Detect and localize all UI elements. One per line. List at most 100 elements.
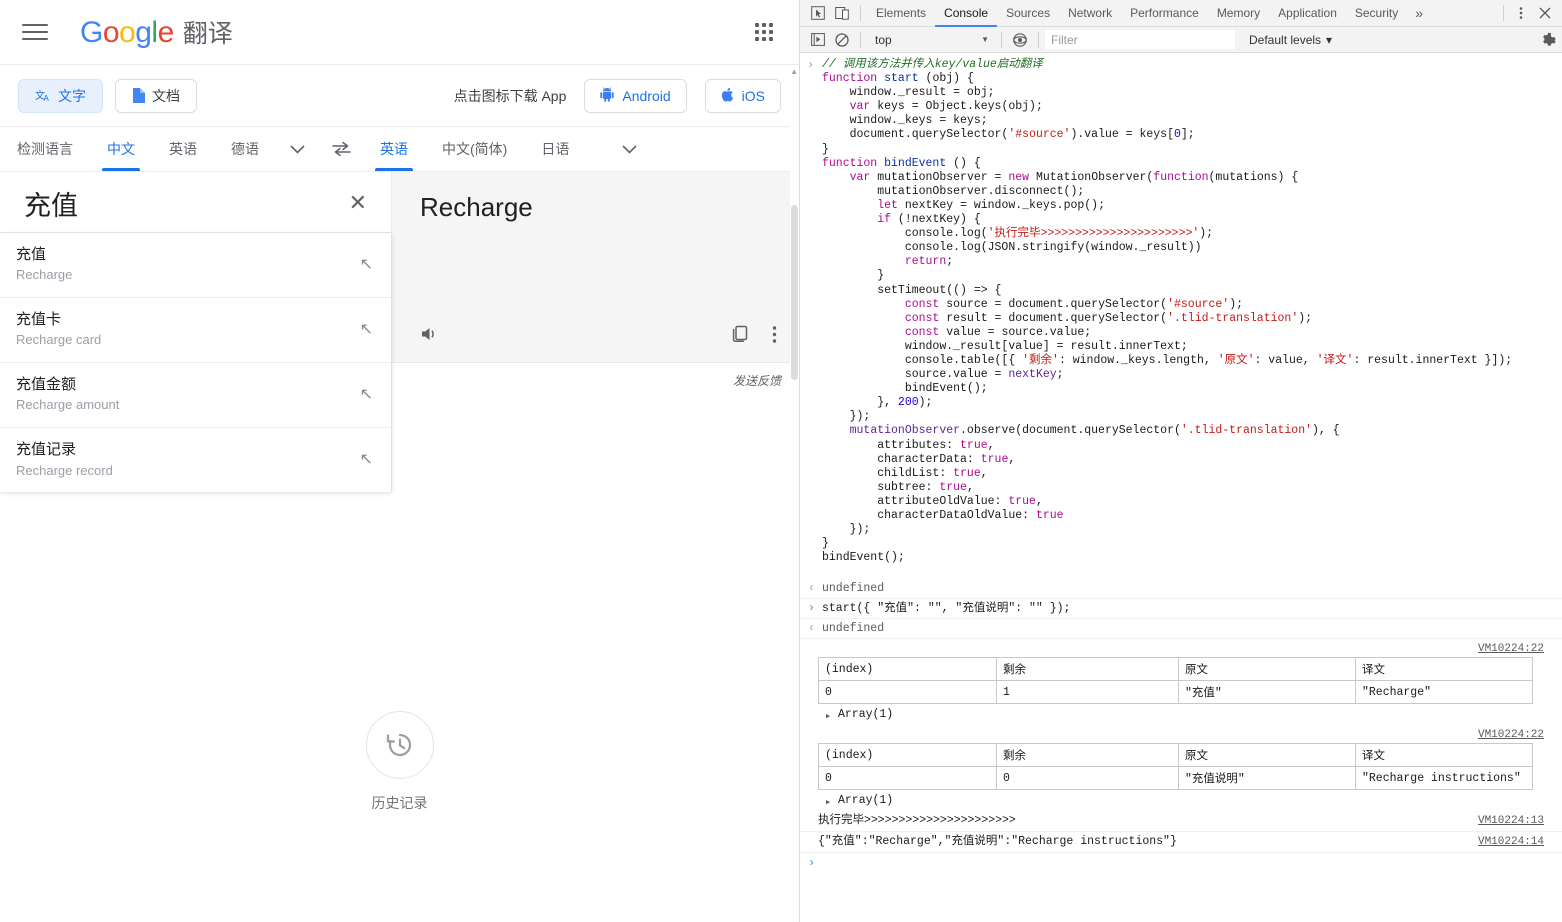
- tab-text-label: 文字: [58, 87, 86, 104]
- source-link[interactable]: VM10224:22: [1478, 643, 1544, 655]
- clear-source-close-icon[interactable]: ✕: [343, 190, 373, 216]
- console-log-text: 执行完毕>>>>>>>>>>>>>>>>>>>>>>: [818, 814, 1016, 828]
- send-feedback-link[interactable]: 发送反馈: [733, 372, 781, 389]
- console-log-line: {"充值":"Recharge","充值说明":"Recharge instru…: [800, 832, 1562, 854]
- download-app-prompt: 点击图标下载 App: [453, 87, 567, 104]
- tab-sources[interactable]: Sources: [997, 0, 1059, 27]
- ios-download-button[interactable]: iOS: [704, 78, 781, 113]
- tab-text[interactable]: 文A 文字: [18, 78, 103, 113]
- source-lang-0[interactable]: 中文: [90, 127, 152, 171]
- devtools-tabbar: Elements Console Sources Network Perform…: [800, 0, 1562, 27]
- code-line: var keys = Object.keys(obj);: [849, 100, 1043, 114]
- insert-arrow-icon[interactable]: ↖: [360, 452, 373, 468]
- tab-security[interactable]: Security: [1346, 0, 1407, 27]
- code-line: // 调用该方法并传入key/value启动翻译: [800, 58, 1562, 72]
- device-toolbar-icon[interactable]: [830, 1, 854, 25]
- speaker-icon[interactable]: [420, 325, 440, 343]
- divider: [860, 5, 861, 21]
- tab-console[interactable]: Console: [935, 0, 997, 27]
- console-code-echo: // 调用该方法并传入key/value启动翻译 function start …: [800, 53, 1562, 565]
- code-line: childList: true,: [822, 466, 988, 480]
- hamburger-menu-icon[interactable]: [18, 15, 52, 49]
- code-line: const result = document.querySelector('.…: [904, 311, 1313, 325]
- code-line: if (!nextKey) {: [877, 213, 981, 227]
- list-item[interactable]: 充值记录 Recharge record ↖: [0, 428, 391, 492]
- translate-scrollbar[interactable]: ▲: [790, 65, 799, 922]
- suggestion-texts: 充值 Recharge: [16, 245, 360, 285]
- chevron-down-icon: ▼: [981, 35, 989, 44]
- code-line: return;: [904, 255, 954, 269]
- google-translate-panel: Google 翻译 文A 文字 文档 点击图标下载 App Android iO…: [0, 0, 800, 922]
- tab-elements[interactable]: Elements: [867, 0, 935, 27]
- log-levels-dropdown[interactable]: Default levels ▾: [1249, 33, 1332, 47]
- source-lang-detect[interactable]: 检测语言: [0, 127, 90, 171]
- scrollbar-thumb[interactable]: [791, 205, 798, 380]
- source-input[interactable]: 充值: [24, 190, 343, 222]
- console-filter-input[interactable]: [1045, 30, 1235, 49]
- table-row: 0 1 "充值" "Recharge": [818, 680, 1533, 705]
- apps-grid-icon[interactable]: [747, 15, 781, 49]
- sidebar-toggle-icon[interactable]: [806, 28, 830, 52]
- suggestion-target: Recharge card: [16, 332, 102, 348]
- insert-arrow-icon[interactable]: ↖: [360, 387, 373, 403]
- console-output[interactable]: // 调用该方法并传入key/value启动翻译 function start …: [800, 53, 1562, 922]
- more-vertical-icon[interactable]: [1510, 2, 1532, 24]
- suggestion-target: Recharge amount: [16, 397, 120, 413]
- list-item[interactable]: 充值 Recharge ↖: [0, 233, 391, 299]
- source-link[interactable]: VM10224:22: [1478, 729, 1544, 741]
- product-name: 翻译: [182, 20, 233, 48]
- tab-network[interactable]: Network: [1059, 0, 1121, 27]
- table-header-cell: (index): [818, 743, 997, 768]
- table-header-row: (index) 剩余 原文 译文: [818, 657, 1533, 682]
- console-result: undefined: [800, 619, 1562, 640]
- close-icon[interactable]: [1532, 2, 1558, 24]
- code-line: subtree: true,: [822, 480, 974, 494]
- source-lang-more-chevron-down-icon[interactable]: [276, 127, 319, 171]
- suggestion-texts: 充值卡 Recharge card: [16, 310, 360, 350]
- execution-context-select[interactable]: top ▼: [867, 30, 995, 50]
- divider: [1038, 31, 1039, 48]
- code-line: attributeOldValue: true,: [822, 494, 1043, 508]
- inspect-element-icon[interactable]: [806, 1, 830, 25]
- list-item[interactable]: 充值金额 Recharge amount ↖: [0, 363, 391, 429]
- array-expander[interactable]: Array(1): [818, 790, 1556, 812]
- tab-performance[interactable]: Performance: [1121, 0, 1208, 27]
- insert-arrow-icon[interactable]: ↖: [360, 322, 373, 338]
- source-link[interactable]: VM10224:13: [1478, 814, 1544, 828]
- logo-letter: o: [102, 16, 120, 49]
- source-lang-2[interactable]: 德语: [214, 127, 276, 171]
- more-vertical-icon[interactable]: [772, 325, 777, 344]
- copy-icon[interactable]: [730, 324, 750, 344]
- code-line: var mutationObserver = new MutationObser…: [849, 170, 1299, 184]
- list-item[interactable]: 充值卡 Recharge card ↖: [0, 298, 391, 364]
- source-lang-1[interactable]: 英语: [152, 127, 214, 171]
- console-prompt[interactable]: [800, 853, 1562, 875]
- gear-icon[interactable]: [1538, 28, 1562, 52]
- tab-application[interactable]: Application: [1269, 0, 1346, 27]
- source-link[interactable]: VM10224:14: [1478, 835, 1544, 849]
- target-lang-more-chevron-down-icon[interactable]: [608, 127, 651, 171]
- table-cell-remaining: 0: [996, 766, 1179, 791]
- target-lang-2[interactable]: 日语: [524, 127, 586, 171]
- array-expander[interactable]: Array(1): [818, 704, 1556, 726]
- android-download-button[interactable]: Android: [584, 78, 687, 113]
- live-expression-icon[interactable]: [1008, 28, 1032, 52]
- history-clock-icon[interactable]: [365, 711, 434, 779]
- clear-console-icon[interactable]: [830, 28, 854, 52]
- target-lang-0[interactable]: 英语: [363, 127, 425, 171]
- code-line: function start (obj) {: [822, 72, 974, 86]
- table-header-row: (index) 剩余 原文 译文: [818, 743, 1533, 768]
- svg-text:A: A: [44, 94, 50, 103]
- target-lang-1[interactable]: 中文(简体): [425, 127, 524, 171]
- android-icon: [600, 86, 615, 105]
- suggestion-list: 充值 Recharge ↖ 充值卡 Recharge card ↖ 充值金额 R…: [0, 232, 392, 493]
- code-line: characterData: true,: [822, 452, 1016, 466]
- tab-document[interactable]: 文档: [115, 78, 197, 113]
- scroll-up-arrow-icon[interactable]: ▲: [790, 67, 798, 76]
- target-actions: [392, 306, 799, 362]
- tabs-overflow-button[interactable]: »: [1407, 5, 1431, 21]
- table-header-cell: 原文: [1178, 657, 1356, 682]
- insert-arrow-icon[interactable]: ↖: [360, 257, 373, 273]
- swap-languages-icon[interactable]: [319, 127, 363, 171]
- tab-memory[interactable]: Memory: [1208, 0, 1269, 27]
